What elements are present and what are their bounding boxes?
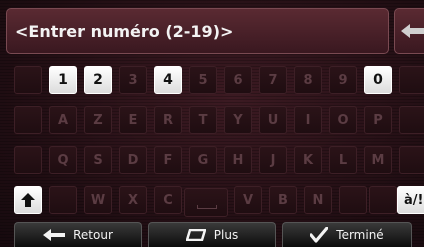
key-6: 6 — [224, 66, 252, 94]
done-button[interactable]: Terminé — [282, 222, 412, 247]
shift-arrow-icon — [21, 193, 35, 207]
key-i: I — [294, 106, 322, 134]
key-k: K — [294, 146, 322, 174]
key-l: L — [329, 146, 357, 174]
back-button[interactable]: Retour — [14, 222, 142, 247]
key-t: T — [189, 106, 217, 134]
shift-key[interactable] — [14, 186, 42, 214]
key-o: O — [329, 106, 357, 134]
key-p: P — [364, 106, 392, 134]
key-x: X — [119, 186, 147, 214]
key-y: Y — [224, 106, 252, 134]
key-0[interactable]: 0 — [364, 66, 392, 94]
key-v: V — [234, 186, 262, 214]
done-label: Terminé — [336, 228, 384, 242]
key-a: A — [49, 106, 77, 134]
accent-symbols-key[interactable]: à/! — [397, 186, 424, 214]
back-label: Retour — [73, 228, 113, 242]
left-arrow-icon — [43, 229, 66, 241]
key-q: Q — [49, 146, 77, 174]
space-key — [184, 188, 228, 217]
backspace-button[interactable] — [394, 8, 424, 54]
key-u: U — [259, 106, 287, 134]
key-m: M — [364, 146, 392, 174]
key-h: H — [224, 146, 252, 174]
rounded-rectangle-icon — [185, 229, 206, 241]
key-w: W — [84, 186, 112, 214]
key-9: 9 — [329, 66, 357, 94]
backspace-arrow-icon — [401, 24, 424, 38]
key-z: Z — [84, 106, 112, 134]
key-7: 7 — [259, 66, 287, 94]
key-j: J — [259, 146, 287, 174]
key-f: F — [154, 146, 182, 174]
key-blank — [399, 106, 424, 134]
key-b: B — [269, 186, 297, 214]
keyboard-screen: <Entrer numéro (2-19)> 1 2 3 4 5 6 7 8 9… — [0, 0, 424, 247]
number-input-field[interactable]: <Entrer numéro (2-19)> — [6, 8, 389, 54]
key-2[interactable]: 2 — [84, 66, 112, 94]
key-blank — [399, 146, 424, 174]
key-d: D — [119, 146, 147, 174]
key-e: E — [119, 106, 147, 134]
key-blank — [14, 106, 42, 134]
key-c: C — [154, 186, 182, 214]
key-8: 8 — [294, 66, 322, 94]
key-blank — [399, 66, 424, 94]
key-4[interactable]: 4 — [154, 66, 182, 94]
key-blank — [339, 186, 367, 214]
key-n: N — [304, 186, 332, 214]
more-label: Plus — [213, 228, 239, 242]
key-g: G — [189, 146, 217, 174]
key-r: R — [154, 106, 182, 134]
checkmark-icon — [310, 227, 329, 243]
key-1[interactable]: 1 — [49, 66, 77, 94]
more-button[interactable]: Plus — [148, 222, 276, 247]
key-blank — [14, 146, 42, 174]
key-s: S — [84, 146, 112, 174]
input-placeholder-text: <Entrer numéro (2-19)> — [15, 22, 234, 41]
key-3: 3 — [119, 66, 147, 94]
key-blank — [369, 186, 397, 214]
key-blank — [14, 66, 42, 94]
key-5: 5 — [189, 66, 217, 94]
key-blank — [49, 186, 77, 214]
